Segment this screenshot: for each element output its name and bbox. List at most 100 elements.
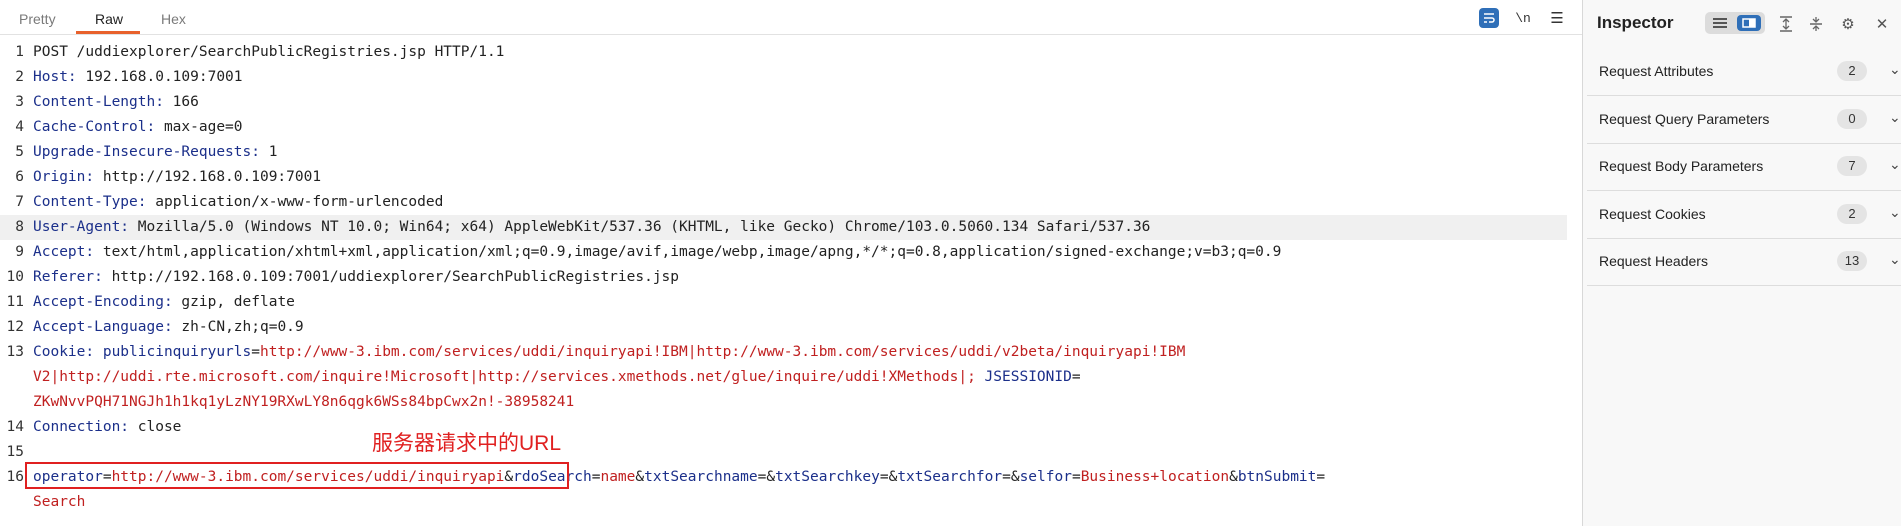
code-line[interactable]: 9 Accept: text/html,application/xhtml+xml…: [0, 240, 1582, 265]
chevron-down-icon[interactable]: ⌄: [1889, 156, 1901, 173]
code-token: Host:: [33, 69, 77, 85]
inspector-section-request-attributes[interactable]: Request Attributes 2 ⌄: [1587, 48, 1901, 96]
code-line[interactable]: Search: [0, 490, 1582, 515]
line-content: ZKwNvvPQH71NGJh1h1kq1yLzNY19RXwLY8n6qgk6…: [33, 390, 574, 415]
line-content: V2|http://uddi.rte.microsoft.com/inquire…: [33, 365, 1081, 390]
word-wrap-toggle-icon[interactable]: [1479, 8, 1499, 28]
code-line[interactable]: 12 Accept-Language: zh-CN,zh;q=0.9: [0, 315, 1582, 340]
code-token: Accept:: [33, 244, 95, 260]
line-number: 11: [6, 294, 24, 310]
code-token: publicinquiryurls: [102, 344, 252, 360]
code-token: txtSearchkey: [775, 469, 880, 485]
line-number: 7: [15, 194, 24, 210]
line-content: Search: [33, 490, 85, 515]
section-count-badge: 7: [1837, 156, 1867, 176]
code-token: txtSearchname: [644, 469, 758, 485]
code-token: Content-Length:: [33, 94, 164, 110]
code-token: ZKwNvvPQH71NGJh1h1kq1yLzNY19RXwLY8n6qgk6…: [33, 394, 575, 410]
code-token: V2|http://uddi.rte.microsoft.com/inquire…: [33, 369, 976, 385]
chevron-down-icon[interactable]: ⌄: [1889, 109, 1901, 126]
line-content: Origin: http://192.168.0.109:7001: [33, 165, 321, 190]
editor-menu-icon[interactable]: ☰: [1548, 8, 1566, 28]
code-token: =&: [879, 469, 898, 485]
layout-toggle[interactable]: [1705, 12, 1765, 34]
layout-list-icon[interactable]: [1713, 18, 1727, 28]
code-line[interactable]: 4 Cache-Control: max-age=0: [0, 115, 1582, 140]
code-token: Cache-Control:: [33, 119, 156, 135]
code-token: name: [600, 469, 636, 485]
code-token: Referer:: [33, 269, 103, 285]
inspector-section-body-parameters[interactable]: Request Body Parameters 7 ⌄: [1587, 143, 1901, 191]
line-number: 12: [6, 319, 24, 335]
code-line[interactable]: V2|http://uddi.rte.microsoft.com/inquire…: [0, 365, 1582, 390]
tab-raw[interactable]: Raw: [95, 11, 123, 27]
code-token: =&: [757, 469, 776, 485]
section-label: Request Attributes: [1599, 63, 1714, 79]
show-newlines-button[interactable]: \n: [1511, 8, 1535, 28]
close-icon[interactable]: ✕: [1871, 13, 1893, 35]
collapse-all-icon[interactable]: [1805, 13, 1827, 35]
line-number: 15: [6, 444, 24, 460]
code-token: Upgrade-Insecure-Requests:: [33, 144, 260, 160]
line-content: Content-Length: 166: [33, 90, 199, 115]
chevron-down-icon[interactable]: ⌄: [1889, 251, 1901, 268]
line-content: Accept: text/html,application/xhtml+xml,…: [33, 240, 1281, 265]
line-number: 2: [15, 69, 24, 85]
inspector-section-request-headers[interactable]: Request Headers 13 ⌄: [1587, 238, 1901, 286]
code-line[interactable]: 3 Content-Length: 166: [0, 90, 1582, 115]
active-tab-indicator: [76, 31, 140, 34]
line-number: 5: [15, 144, 24, 160]
section-count-badge: 13: [1837, 251, 1867, 271]
code-token: http://192.168.0.109:7001: [94, 169, 322, 185]
code-line[interactable]: 11 Accept-Encoding: gzip, deflate: [0, 290, 1582, 315]
code-token: 166: [163, 94, 199, 110]
line-number: 10: [6, 269, 24, 285]
code-line[interactable]: 6 Origin: http://192.168.0.109:7001: [0, 165, 1582, 190]
request-editor-pane: Pretty Raw Hex \n ☰ 1 POST /uddiexplorer/…: [0, 0, 1582, 526]
code-token: Content-Type:: [33, 194, 147, 210]
gear-icon[interactable]: ⚙: [1837, 13, 1859, 35]
line-number: 6: [15, 169, 24, 185]
tab-hex[interactable]: Hex: [161, 11, 186, 27]
line-content: Upgrade-Insecure-Requests: 1: [33, 140, 277, 165]
raw-request-editor[interactable]: 1 POST /uddiexplorer/SearchPublicRegistri…: [0, 40, 1582, 515]
code-line[interactable]: 7 Content-Type: application/x-www-form-ur…: [0, 190, 1582, 215]
code-line[interactable]: 5 Upgrade-Insecure-Requests: 1: [0, 140, 1582, 165]
code-line[interactable]: 1 POST /uddiexplorer/SearchPublicRegistri…: [0, 40, 1582, 65]
line-content: Cookie: publicinquiryurls=http://www-3.i…: [33, 340, 1185, 365]
layout-split-icon[interactable]: [1737, 15, 1761, 31]
line-content: Referer: http://192.168.0.109:7001/uddie…: [33, 265, 679, 290]
line-number: 14: [6, 419, 24, 435]
section-label: Request Query Parameters: [1599, 111, 1770, 127]
code-token: gzip, deflate: [172, 294, 295, 310]
tab-pretty[interactable]: Pretty: [19, 11, 56, 27]
code-line[interactable]: 2 Host: 192.168.0.109:7001: [0, 65, 1582, 90]
code-token: =&: [1002, 469, 1020, 485]
code-token: http://www-3.ibm.com/services/uddi/inqui…: [259, 344, 1186, 360]
code-line[interactable]: ZKwNvvPQH71NGJh1h1kq1yLzNY19RXwLY8n6qgk6…: [0, 390, 1582, 415]
inspector-section-request-cookies[interactable]: Request Cookies 2 ⌄: [1587, 191, 1901, 239]
code-token: &: [1229, 469, 1238, 485]
code-line[interactable]: 14 Connection: close: [0, 415, 1582, 440]
code-token: max-age=0: [155, 119, 243, 135]
chevron-down-icon[interactable]: ⌄: [1889, 61, 1901, 78]
line-content: Accept-Encoding: gzip, deflate: [33, 290, 295, 315]
editor-tabbar: Pretty Raw Hex \n ☰: [0, 0, 1582, 35]
code-token: Connection:: [33, 419, 130, 435]
inspector-section-query-parameters[interactable]: Request Query Parameters 0 ⌄: [1587, 96, 1901, 144]
line-content: Host: 192.168.0.109:7001: [33, 65, 243, 90]
expand-all-icon[interactable]: [1775, 13, 1797, 35]
chevron-down-icon[interactable]: ⌄: [1889, 204, 1901, 221]
section-count-badge: 2: [1837, 61, 1867, 81]
code-token: 192.168.0.109:7001: [76, 69, 243, 85]
code-line[interactable]: 8 User-Agent: Mozilla/5.0 (Windows NT 10.…: [0, 215, 1567, 240]
code-line[interactable]: 10 Referer: http://192.168.0.109:7001/udd…: [0, 265, 1582, 290]
inspector-header: Inspector ⚙ ✕: [1583, 0, 1901, 48]
code-token: btnSubmit: [1237, 469, 1317, 485]
inspector-title: Inspector: [1597, 13, 1674, 32]
code-token: close: [129, 419, 182, 435]
code-line[interactable]: 13 Cookie: publicinquiryurls=http://www-3…: [0, 340, 1582, 365]
code-token: Search: [33, 494, 86, 510]
